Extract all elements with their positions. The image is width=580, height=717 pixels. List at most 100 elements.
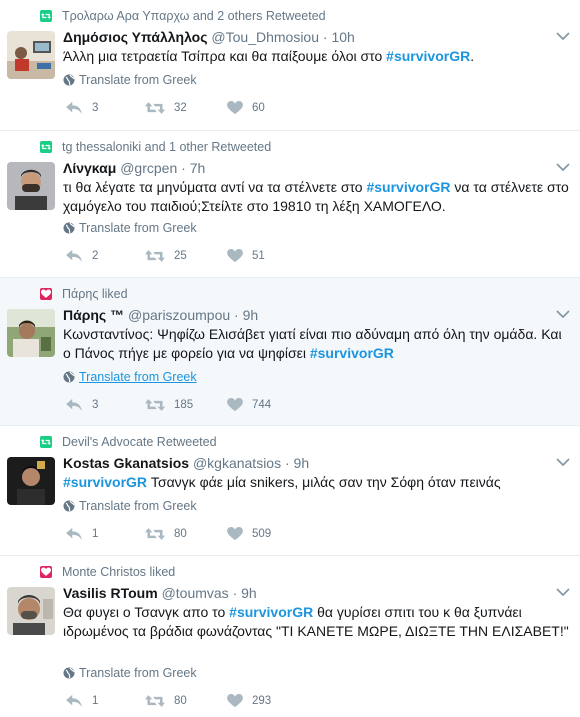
timestamp[interactable]: · 9h [285,455,309,471]
user-handle[interactable]: @toumvas [162,585,229,601]
tweet-item[interactable]: Monte Christos liked Vasilis RToum @toum… [0,556,580,717]
retweet-button[interactable]: 25 [145,249,187,263]
tweet-text: Άλλη μια τετραετία Τσίπρα και θα παίξουμ… [63,47,573,66]
reply-button[interactable]: 2 [65,249,98,263]
like-button[interactable]: 509 [227,527,271,541]
chevron-down-icon[interactable] [556,32,570,40]
tweet-header: Vasilis RToum @toumvas · 9h [63,585,257,601]
user-handle[interactable]: @Tou_Dhmosiou [211,29,319,45]
translate-link[interactable]: Translate from Greek [63,499,197,513]
timestamp[interactable]: · 9h [234,307,258,323]
reply-icon [65,398,83,412]
globe-icon [63,667,75,679]
heart-icon [227,101,243,115]
retweet-count: 80 [174,528,187,540]
like-count: 60 [252,102,265,114]
avatar[interactable] [7,587,55,635]
tweet-text-part: τι θα λέγατε τα μηνύματα αντί να τα στέλ… [63,179,367,195]
translate-label: Translate from Greek [79,499,197,513]
retweet-button[interactable]: 80 [145,527,187,541]
retweet-count: 25 [174,250,187,262]
reply-icon [65,694,83,708]
reply-button[interactable]: 1 [65,527,98,541]
display-name[interactable]: Kostas Gkanatsios [63,455,189,471]
globe-icon [63,371,75,383]
heart-icon [227,398,243,412]
user-handle[interactable]: @grcpen [120,160,177,176]
chevron-down-icon[interactable] [556,458,570,466]
globe-icon [63,74,75,86]
tweet-text-part: . [470,48,475,64]
heart-icon [227,249,243,263]
like-context: Monte Christos liked [40,565,175,579]
reply-button[interactable]: 3 [65,398,98,412]
user-handle[interactable]: @kgkanatsios [193,455,281,471]
tweet-item[interactable]: tg thessaloniki and 1 other Retweeted Λί… [0,131,580,278]
reply-button[interactable]: 1 [65,694,98,708]
retweet-context: tg thessaloniki and 1 other Retweeted [40,140,271,154]
globe-icon [63,222,75,234]
tweet-item[interactable]: Τρολαρω Αρα Υπαρχω and 2 others Retweete… [0,0,580,131]
reply-count: 1 [92,528,99,540]
tweet-text: Κωνσταντίνος: Ψηφίζω Ελισάβετ γιατί είνα… [63,325,573,363]
display-name[interactable]: Λίνγκαμ [63,160,116,176]
like-button[interactable]: 51 [227,249,265,263]
avatar[interactable] [7,162,55,210]
like-button[interactable]: 744 [227,398,271,412]
translate-link[interactable]: Translate from Greek [63,73,197,87]
tweet-header: Kostas Gkanatsios @kgkanatsios · 9h [63,455,309,471]
retweet-button[interactable]: 185 [145,398,193,412]
retweet-context-icon [40,436,52,448]
hashtag-link[interactable]: #survivorGR [63,474,147,490]
context-label[interactable]: Devil's Advocate Retweeted [62,435,217,449]
hashtag-link[interactable]: #survivorGR [229,604,313,620]
hashtag-link[interactable]: #survivorGR [366,179,450,195]
retweet-icon [145,694,165,708]
translate-link[interactable]: Translate from Greek [63,370,197,384]
display-name[interactable]: Δημόσιος Υπάλληλος [63,29,208,45]
timestamp[interactable]: · 7h [181,160,205,176]
tweet-item[interactable]: Devil's Advocate Retweeted Kostas Gkanat… [0,426,580,556]
tweet-text-part: Τσανγκ φάε μία snikers, μιλάς σαν την Σό… [147,474,501,490]
tweet-item[interactable]: Πάρης liked Πάρης ™ @pariszoumpou · 9h Κ… [0,278,580,426]
translate-label: Translate from Greek [79,370,197,384]
avatar[interactable] [7,309,55,357]
context-label[interactable]: Πάρης liked [62,287,128,301]
context-label[interactable]: Τρολαρω Αρα Υπαρχω and 2 others Retweete… [62,9,326,23]
like-button[interactable]: 293 [227,694,271,708]
avatar[interactable] [7,457,55,505]
like-count: 51 [252,250,265,262]
translate-label: Translate from Greek [79,73,197,87]
tweet-header: Δημόσιος Υπάλληλος @Tou_Dhmosiou · 10h [63,29,355,45]
like-context-icon [40,288,52,300]
chevron-down-icon[interactable] [556,588,570,596]
reply-count: 3 [92,102,99,114]
timestamp[interactable]: · 9h [233,585,257,601]
translate-link[interactable]: Translate from Greek [63,221,197,235]
retweet-count: 32 [174,102,187,114]
retweet-icon [145,398,165,412]
reply-icon [65,101,83,115]
retweet-button[interactable]: 80 [145,694,187,708]
tweet-text-part: Άλλη μια τετραετία Τσίπρα και θα παίξουμ… [63,48,387,64]
hashtag-link[interactable]: #survivorGR [310,345,394,361]
like-count: 509 [252,528,272,540]
context-label[interactable]: tg thessaloniki and 1 other Retweeted [62,140,271,154]
reply-button[interactable]: 3 [65,101,98,115]
like-count: 744 [252,399,272,411]
avatar[interactable] [7,31,55,79]
timestamp[interactable]: · 10h [323,29,355,45]
like-button[interactable]: 60 [227,101,265,115]
like-count: 293 [252,695,272,707]
tweet-text: #survivorGR Τσανγκ φάε μία snikers, μιλά… [63,473,573,492]
chevron-down-icon[interactable] [556,310,570,318]
chevron-down-icon[interactable] [556,163,570,171]
user-handle[interactable]: @pariszoumpou [128,307,230,323]
display-name[interactable]: Vasilis RToum [63,585,158,601]
tweet-text-part: Θα φυγει ο Τσανγκ απο το [63,604,230,620]
display-name[interactable]: Πάρης ™ [63,307,124,323]
translate-link[interactable]: Translate from Greek [63,666,197,680]
retweet-button[interactable]: 32 [145,101,187,115]
hashtag-link[interactable]: #survivorGR [386,48,470,64]
context-label[interactable]: Monte Christos liked [62,565,175,579]
